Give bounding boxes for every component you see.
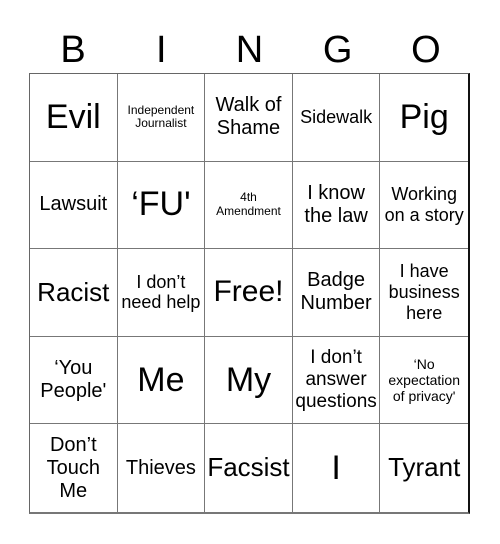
bingo-cell[interactable]: Tyrant bbox=[380, 424, 468, 512]
bingo-cell-label: Walk of Shame bbox=[215, 94, 282, 140]
bingo-cell-label: Independent Journalist bbox=[127, 102, 195, 131]
bingo-cell[interactable]: I bbox=[293, 424, 381, 512]
bingo-cell-label: Working on a story bbox=[384, 184, 464, 225]
header-letter-i: I bbox=[156, 29, 167, 71]
bingo-cell[interactable]: Walk of Shame bbox=[205, 74, 293, 162]
bingo-cell-label: Lawsuit bbox=[39, 193, 108, 216]
bingo-cell-label: Me bbox=[137, 360, 185, 399]
bingo-cell-label: I know the law bbox=[304, 181, 368, 227]
bingo-cell-label: Tyrant bbox=[388, 452, 461, 483]
bingo-cell-label: Evil bbox=[45, 97, 101, 136]
bingo-cell[interactable]: I know the law bbox=[292, 161, 381, 250]
bingo-cell[interactable]: ‘FU' bbox=[117, 161, 206, 250]
header-letter-n: N bbox=[235, 29, 264, 71]
bingo-cell-label: I don’t answer questions bbox=[295, 347, 377, 413]
bingo-cell[interactable]: Lawsuit bbox=[30, 161, 118, 250]
bingo-cell-label: Pig bbox=[399, 97, 449, 136]
bingo-cell[interactable]: Sidewalk bbox=[292, 74, 381, 162]
bingo-cell-label: ‘FU' bbox=[131, 185, 191, 224]
bingo-cell[interactable]: My bbox=[205, 336, 293, 425]
bingo-cell[interactable]: Badge Number bbox=[292, 249, 381, 337]
bingo-cell[interactable]: ‘No expectation of privacy' bbox=[380, 337, 468, 425]
bingo-cell[interactable]: Pig bbox=[380, 74, 468, 162]
bingo-cell[interactable]: I don’t need help bbox=[117, 249, 206, 337]
bingo-cell-label: My bbox=[225, 360, 272, 399]
bingo-cell[interactable]: Don’t Touch Me bbox=[30, 424, 118, 512]
bingo-cell-label: I bbox=[331, 448, 341, 487]
bingo-cell-label: Free! bbox=[213, 275, 284, 309]
bingo-cell[interactable]: I have business here bbox=[380, 249, 468, 337]
bingo-cell-label: Thieves bbox=[125, 456, 196, 479]
bingo-cell-label: Don’t Touch Me bbox=[46, 433, 100, 502]
header-letter-o: O bbox=[411, 29, 441, 71]
bingo-cell[interactable]: ‘You People' bbox=[30, 336, 118, 425]
header-letter-g: G bbox=[322, 29, 353, 71]
bingo-cell[interactable]: Facsist bbox=[205, 424, 293, 512]
bingo-grid: Evil Independent Journalist Walk of Shame S… bbox=[29, 73, 470, 514]
bingo-cell-label: I have business here bbox=[388, 261, 460, 323]
bingo-cell[interactable]: Free! bbox=[205, 249, 293, 337]
bingo-cell-label: ‘You People' bbox=[40, 357, 107, 403]
bingo-cell-label: Facsist bbox=[207, 452, 290, 483]
bingo-cell-label: 4th Amendment bbox=[216, 190, 281, 218]
bingo-cell[interactable]: Me bbox=[117, 336, 206, 425]
bingo-cell-label: Sidewalk bbox=[300, 106, 373, 127]
bingo-header: B I N G O bbox=[29, 26, 470, 74]
bingo-cell[interactable]: 4th Amendment bbox=[205, 161, 293, 250]
bingo-cell-label: I don’t need help bbox=[121, 271, 201, 313]
bingo-cell-label: Racist bbox=[37, 276, 110, 307]
bingo-cell[interactable]: Working on a story bbox=[380, 162, 468, 250]
bingo-cell[interactable]: Thieves bbox=[118, 424, 206, 512]
bingo-cell[interactable]: Independent Journalist bbox=[117, 74, 206, 162]
bingo-cell-label: ‘No expectation of privacy' bbox=[388, 355, 460, 405]
bingo-cell[interactable]: Evil bbox=[30, 74, 118, 162]
bingo-cell[interactable]: I don’t answer questions bbox=[292, 336, 381, 425]
header-letter-b: B bbox=[60, 29, 86, 71]
bingo-cell[interactable]: Racist bbox=[30, 249, 118, 337]
bingo-cell-label: Badge Number bbox=[300, 269, 372, 315]
